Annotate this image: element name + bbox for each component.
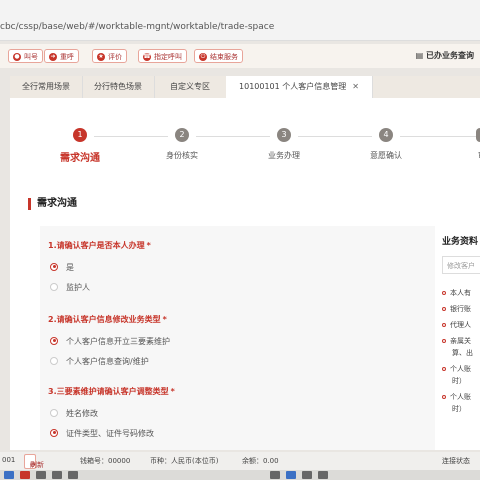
tab-common-scenes[interactable]: 全行常用场景 xyxy=(10,76,83,98)
question-2: 2.请确认客户信息修改业务类型 * xyxy=(48,315,167,324)
side-item[interactable]: 个人账 xyxy=(442,364,471,374)
tab-branch-scenes[interactable]: 分行特色场景 xyxy=(82,76,155,98)
browser-url-bar[interactable]: cbc/cssp/base/web/#/worktable-mgnt/workt… xyxy=(0,0,480,41)
radio-icon[interactable] xyxy=(50,408,58,417)
side-item-cont: 时） xyxy=(452,377,466,385)
close-icon[interactable]: ✕ xyxy=(352,82,359,91)
step-connector xyxy=(196,136,270,137)
step-connector xyxy=(298,136,372,137)
side-item[interactable]: 个人账 xyxy=(442,392,471,402)
evaluate-button[interactable]: ★ 评价 xyxy=(92,49,127,63)
radio-checked-icon[interactable] xyxy=(50,428,58,437)
q1-option-self[interactable]: 是 xyxy=(50,262,74,274)
refresh-button[interactable]: ⟳ 刷新 xyxy=(24,454,44,469)
tab-custom-zone[interactable]: 自定义专区 xyxy=(154,76,227,98)
scene-tabs: 全行常用场景 分行特色场景 自定义专区 10100101 个人客户信息管理 ✕ xyxy=(10,76,480,98)
bullet-icon xyxy=(442,307,446,311)
q2-option-query-maintain[interactable]: 个人客户信息查询/维护 xyxy=(50,356,149,368)
question-panel: 1.请确认客户是否本人办理 * 是 监护人 2.请确认客户信息修改业务类型 * 个人… xyxy=(40,226,435,450)
taskbar-app-icon[interactable] xyxy=(20,471,30,479)
phone-icon: ☎ xyxy=(143,53,151,61)
step-3-label: 业务办理 xyxy=(268,151,300,160)
status-bar: 001 ⟳ 刷新 钱箱号：00000 币种：人民币(本位币) 余额：0.00 连… xyxy=(0,452,480,470)
power-icon: ⏻ xyxy=(199,53,207,61)
step-2-label: 身份核实 xyxy=(166,151,198,160)
side-item[interactable]: 亲属关 xyxy=(442,336,471,346)
step-4-label: 意愿确认 xyxy=(370,151,402,160)
service-toolbar: ● 叫号 ➜ 重呼 ★ 评价 ☎ 指定呼叫 ⏻ 结束服务 ▤ 已办业务查询 xyxy=(0,44,480,68)
bullet-icon xyxy=(442,395,446,399)
q2-option-three-elements[interactable]: 个人客户信息开立三要素维护 xyxy=(50,336,170,348)
taskbar xyxy=(0,470,480,480)
bullet-icon xyxy=(442,339,446,343)
arrow-icon: ➜ xyxy=(49,53,57,61)
q3-option-name[interactable]: 姓名修改 xyxy=(50,408,98,420)
question-1: 1.请确认客户是否本人办理 * xyxy=(48,241,151,250)
cashbox-number: 钱箱号：00000 xyxy=(80,457,131,465)
call-number-button[interactable]: ● 叫号 xyxy=(8,49,43,63)
taskbar-app-icon[interactable] xyxy=(270,471,280,479)
section-title: 需求沟通 xyxy=(28,198,77,210)
side-item[interactable]: 代理人 xyxy=(442,320,471,330)
business-materials-panel: 业务资料 修改客户 本人有 银行账 代理人 亲属关 算、出 个人账 时） 个人账… xyxy=(438,226,480,450)
taskbar-app-icon[interactable] xyxy=(4,471,14,479)
question-3: 3.三要素维护请确认客户调整类型 * xyxy=(48,387,175,396)
teller-id: 001 xyxy=(2,456,16,464)
taskbar-app-icon[interactable] xyxy=(52,471,62,479)
taskbar-app-icon[interactable] xyxy=(302,471,312,479)
url-text[interactable]: cbc/cssp/base/web/#/worktable-mgnt/workt… xyxy=(0,22,274,32)
taskbar-app-icon[interactable] xyxy=(286,471,296,479)
side-item-cont: 算、出 xyxy=(452,349,473,357)
radio-icon[interactable] xyxy=(50,282,58,291)
balance: 余额：0.00 xyxy=(242,457,279,465)
step-4-circle: 4 xyxy=(379,128,393,142)
side-search-input[interactable]: 修改客户 xyxy=(442,256,480,274)
radio-checked-icon[interactable] xyxy=(50,336,58,345)
tab-customer-info-label: 10100101 个人客户信息管理 xyxy=(239,82,347,91)
star-icon: ★ xyxy=(97,53,105,61)
step-1-label: 需求沟通 xyxy=(60,153,100,164)
radio-icon[interactable] xyxy=(50,356,58,365)
connection-status: 连接状态 xyxy=(442,457,470,465)
process-stepper: 1 2 3 4 需求沟通 身份核实 业务办理 意愿确认 审 xyxy=(10,128,480,168)
side-panel-title: 业务资料 xyxy=(442,237,479,247)
taskbar-app-icon[interactable] xyxy=(36,471,46,479)
document-icon: ▤ xyxy=(415,51,426,60)
step-connector xyxy=(400,136,480,137)
step-3-circle: 3 xyxy=(277,128,291,142)
end-service-button[interactable]: ⏻ 结束服务 xyxy=(194,49,243,63)
side-item[interactable]: 本人有 xyxy=(442,288,471,298)
bullet-icon xyxy=(442,291,446,295)
q1-option-guardian[interactable]: 监护人 xyxy=(50,282,90,294)
radio-checked-icon[interactable] xyxy=(50,262,58,271)
recall-button[interactable]: ➜ 重呼 xyxy=(44,49,79,63)
currency: 币种：人民币(本位币) xyxy=(150,457,219,465)
side-item-cont: 时） xyxy=(452,405,466,413)
bullet-icon xyxy=(442,367,446,371)
step-5-circle xyxy=(476,128,480,142)
step-2-circle: 2 xyxy=(175,128,189,142)
designated-call-button[interactable]: ☎ 指定呼叫 xyxy=(138,49,187,63)
step-1-circle: 1 xyxy=(73,128,87,142)
completed-business-query[interactable]: ▤ 已办业务查询 xyxy=(416,50,474,61)
side-item[interactable]: 银行账 xyxy=(442,304,471,314)
q3-option-id[interactable]: 证件类型、证件号码修改 xyxy=(50,428,154,440)
taskbar-app-icon[interactable] xyxy=(318,471,328,479)
taskbar-app-icon[interactable] xyxy=(68,471,78,479)
main-content: 1 2 3 4 需求沟通 身份核实 业务办理 意愿确认 审 需求沟通 1.请确认… xyxy=(10,98,480,450)
bell-icon: ● xyxy=(13,53,21,61)
step-connector xyxy=(94,136,168,137)
tab-customer-info[interactable]: 10100101 个人客户信息管理 ✕ xyxy=(226,76,373,98)
bullet-icon xyxy=(442,323,446,327)
